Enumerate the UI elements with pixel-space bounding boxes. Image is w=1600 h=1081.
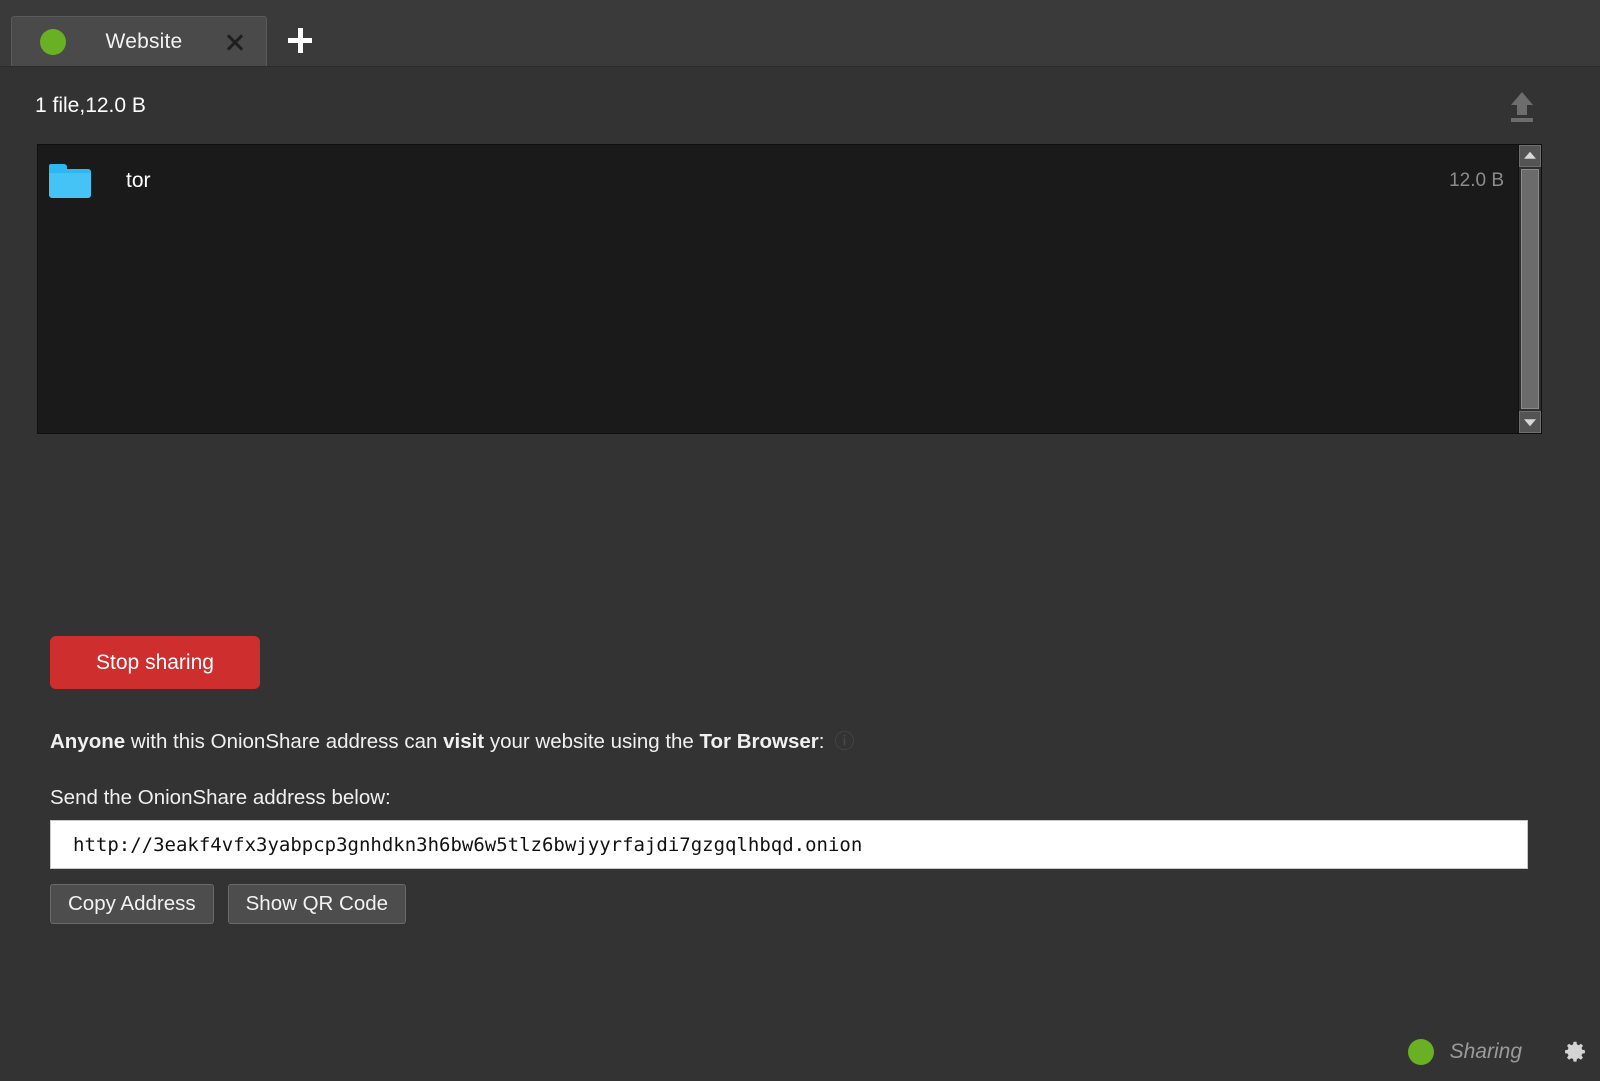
file-size: 12.0 B <box>1449 170 1504 191</box>
info-anyone-bold: Anyone <box>50 730 126 753</box>
address-actions: Copy Address Show QR Code <box>50 884 407 924</box>
chevron-up-icon[interactable] <box>1519 145 1541 167</box>
scrollbar[interactable] <box>1518 145 1541 433</box>
copy-address-button[interactable]: Copy Address <box>50 884 214 924</box>
list-item[interactable]: tor 12.0 B <box>38 145 1518 217</box>
file-name: tor <box>126 169 151 192</box>
tab-bar: Website <box>0 0 1600 67</box>
info-tail: : <box>818 730 825 753</box>
info-icon[interactable]: ⓘ <box>834 731 854 753</box>
folder-icon <box>49 164 91 198</box>
file-header: 1 file,12.0 B <box>0 66 1600 144</box>
plus-icon[interactable] <box>277 16 323 66</box>
status-label: Sharing <box>1449 1040 1522 1063</box>
file-list-body: tor 12.0 B <box>38 145 1518 433</box>
share-info-text: Anyone with this OnionShare address can … <box>50 725 854 754</box>
chevron-down-icon[interactable] <box>1519 411 1541 433</box>
file-list[interactable]: tor 12.0 B <box>37 144 1542 434</box>
info-tor-browser-bold: Tor Browser <box>699 730 819 753</box>
scrollbar-track[interactable] <box>1519 167 1541 411</box>
info-mid-1: with this OnionShare address can <box>125 730 444 753</box>
info-mid-2: your website using the <box>484 730 700 753</box>
status-indicator-dot <box>1407 1039 1434 1065</box>
info-visit-bold: visit <box>443 730 485 753</box>
onion-address-input[interactable] <box>50 820 1528 869</box>
stop-sharing-button[interactable]: Stop sharing <box>50 636 260 689</box>
close-icon[interactable] <box>222 29 248 55</box>
gear-icon[interactable] <box>1564 1041 1586 1063</box>
scrollbar-thumb[interactable] <box>1521 169 1539 409</box>
tab-website[interactable]: Website <box>11 16 267 66</box>
file-count-label: 1 file,12.0 B <box>35 94 146 117</box>
upload-icon[interactable] <box>1504 88 1540 126</box>
tab-status-dot <box>40 28 66 55</box>
tab-label: Website <box>105 29 183 53</box>
status-bar: Sharing <box>0 1023 1600 1081</box>
show-qr-code-button[interactable]: Show QR Code <box>227 884 407 924</box>
send-address-label: Send the OnionShare address below: <box>50 786 391 809</box>
